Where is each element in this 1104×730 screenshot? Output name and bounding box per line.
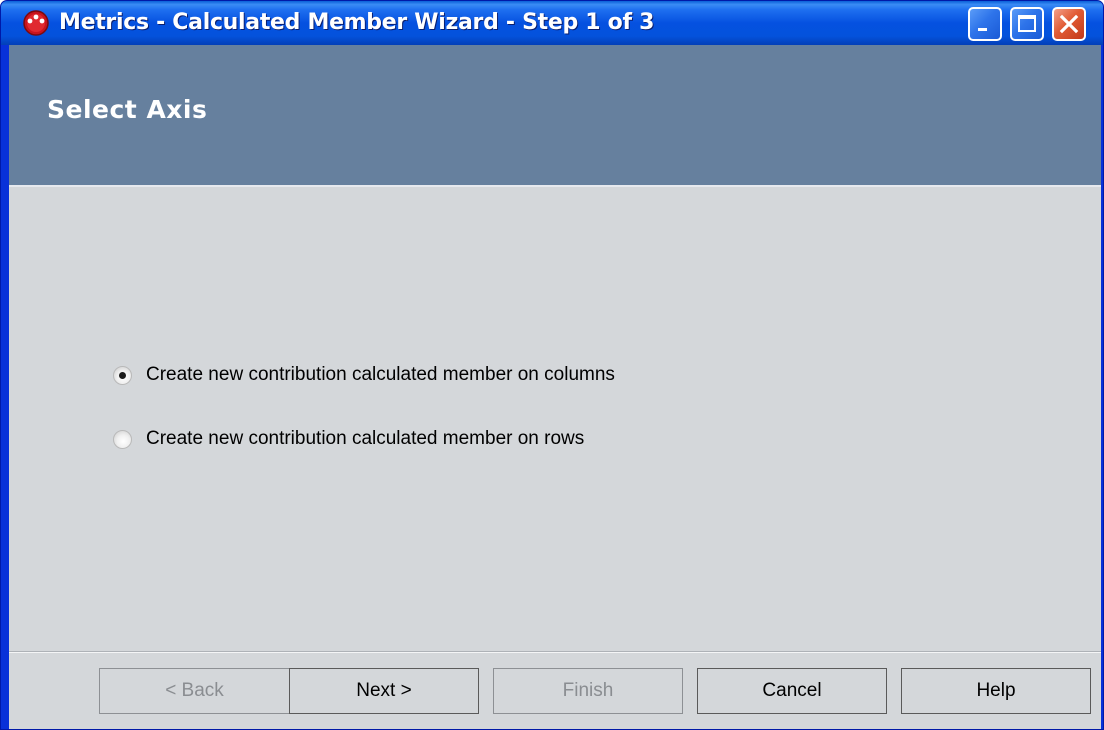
radio-columns[interactable] (113, 365, 132, 385)
next-button[interactable]: Next > (289, 668, 479, 714)
close-button[interactable] (1052, 7, 1086, 41)
radio-rows[interactable] (113, 429, 132, 449)
minimize-button[interactable] (968, 7, 1002, 41)
option-rows[interactable]: Create new contribution calculated membe… (113, 425, 584, 453)
option-columns-label[interactable]: Create new contribution calculated membe… (146, 364, 615, 386)
metrics-app-icon (23, 10, 49, 36)
step-header: Select Axis (9, 45, 1101, 187)
option-rows-label[interactable]: Create new contribution calculated membe… (146, 428, 584, 450)
cancel-button[interactable]: Cancel (697, 668, 887, 714)
help-button[interactable]: Help (901, 668, 1091, 714)
wizard-body: Select Axis Create new contribution calc… (9, 45, 1101, 729)
back-button[interactable]: < Back (99, 668, 290, 714)
step-title: Select Axis (47, 95, 208, 124)
close-icon (1059, 14, 1079, 34)
window-title: Metrics - Calculated Member Wizard - Ste… (59, 10, 655, 35)
title-bar[interactable]: Metrics - Calculated Member Wizard - Ste… (1, 1, 1103, 45)
maximize-button[interactable] (1010, 7, 1044, 41)
minimize-icon (978, 28, 987, 31)
footer-separator (9, 651, 1101, 653)
maximize-icon (1018, 15, 1036, 32)
option-columns[interactable]: Create new contribution calculated membe… (113, 361, 615, 389)
finish-button[interactable]: Finish (493, 668, 683, 714)
wizard-window: Metrics - Calculated Member Wizard - Ste… (0, 0, 1104, 730)
